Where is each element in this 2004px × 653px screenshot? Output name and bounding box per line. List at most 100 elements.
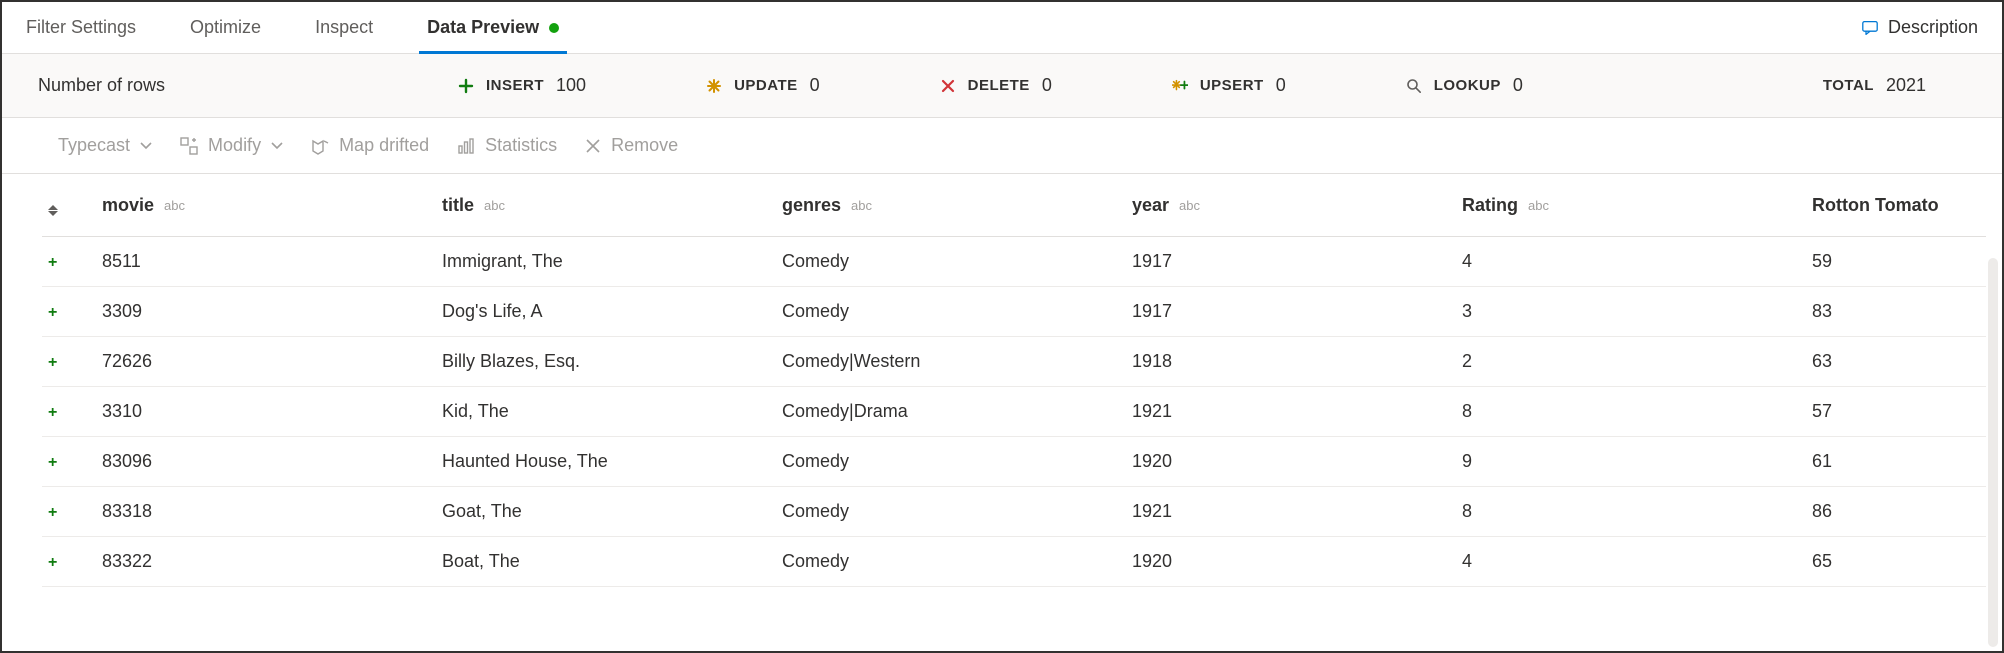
stat-lookup: LOOKUP 0 [1406,75,1523,96]
cell-movie: 3310 [96,387,436,437]
cell-rating: 8 [1456,387,1806,437]
type-badge: abc [164,198,185,213]
stat-value: 0 [810,75,820,96]
table-row[interactable]: +83096Haunted House, TheComedy1920961 [42,437,1986,487]
stat-value: 0 [1276,75,1286,96]
tool-label: Modify [208,135,261,156]
row-change-indicator: + [42,487,96,537]
stat-label: UPSERT [1200,77,1264,94]
rows-label: Number of rows [38,75,458,96]
map-drifted-button[interactable]: Map drifted [311,135,429,156]
tab-label: Data Preview [427,17,539,38]
column-header-rating[interactable]: Ratingabc [1456,174,1806,237]
cell-rating: 2 [1456,337,1806,387]
plus-icon: + [48,304,57,321]
cell-genres: Comedy [776,237,1126,287]
plus-icon: + [48,404,57,421]
cell-year: 1921 [1126,487,1456,537]
cell-rt: 65 [1806,537,1986,587]
cell-movie: 72626 [96,337,436,387]
stat-value: 100 [556,75,586,96]
sort-column-button[interactable] [42,174,96,237]
cell-rt: 59 [1806,237,1986,287]
typecast-button[interactable]: Typecast [58,135,152,156]
cell-rating: 9 [1456,437,1806,487]
row-change-indicator: + [42,287,96,337]
cell-rating: 4 [1456,237,1806,287]
tab-label: Filter Settings [26,17,136,38]
cell-year: 1918 [1126,337,1456,387]
row-change-indicator: + [42,387,96,437]
row-change-indicator: + [42,537,96,587]
row-change-indicator: + [42,437,96,487]
cell-title: Immigrant, The [436,237,776,287]
tab-optimize[interactable]: Optimize [190,2,261,53]
stat-value: 0 [1042,75,1052,96]
description-button[interactable]: Description [1862,17,1978,38]
cell-movie: 8511 [96,237,436,287]
tab-filter-settings[interactable]: Filter Settings [26,2,136,53]
tab-label: Optimize [190,17,261,38]
tab-inspect[interactable]: Inspect [315,2,373,53]
table-row[interactable]: +83322Boat, TheComedy1920465 [42,537,1986,587]
cell-title: Dog's Life, A [436,287,776,337]
cell-movie: 83096 [96,437,436,487]
stat-label: TOTAL [1823,77,1874,94]
modify-button[interactable]: Modify [180,135,283,156]
data-table: movie abc titleabc genresabc yearabc Rati… [42,174,1986,587]
comment-icon [1862,20,1878,36]
cell-rt: 83 [1806,287,1986,337]
cell-year: 1921 [1126,387,1456,437]
column-header-title[interactable]: titleabc [436,174,776,237]
tool-label: Map drifted [339,135,429,156]
tool-label: Typecast [58,135,130,156]
cell-rating: 8 [1456,487,1806,537]
cell-genres: Comedy|Drama [776,387,1126,437]
cell-year: 1920 [1126,537,1456,587]
tool-label: Statistics [485,135,557,156]
remove-button[interactable]: Remove [585,135,678,156]
column-header-movie[interactable]: movie abc [96,174,436,237]
cell-movie: 83322 [96,537,436,587]
x-icon [940,78,956,94]
table-row[interactable]: +72626Billy Blazes, Esq.Comedy|Western19… [42,337,1986,387]
column-name: movie [102,195,154,215]
cell-rt: 61 [1806,437,1986,487]
stat-value: 2021 [1886,75,1926,96]
column-name: Rating [1462,195,1518,215]
column-header-genres[interactable]: genresabc [776,174,1126,237]
stat-delete: DELETE 0 [940,75,1052,96]
column-header-rt[interactable]: Rotton Tomato [1806,174,1986,237]
column-header-year[interactable]: yearabc [1126,174,1456,237]
column-name: title [442,195,474,215]
stat-total: TOTAL 2021 [1823,75,1966,96]
statistics-button[interactable]: Statistics [457,135,557,156]
cell-year: 1917 [1126,237,1456,287]
upsert-icon [1172,78,1188,94]
table-row[interactable]: +3309Dog's Life, AComedy1917383 [42,287,1986,337]
tab-data-preview[interactable]: Data Preview [427,2,559,53]
plus-icon: + [48,554,57,571]
chevron-down-icon [140,142,152,150]
data-table-wrap: movie abc titleabc genresabc yearabc Rati… [2,174,2002,587]
cell-genres: Comedy [776,287,1126,337]
stats-row: Number of rows INSERT 100 UPDATE 0 DELET… [2,54,2002,118]
stat-update: UPDATE 0 [706,75,820,96]
cell-rt: 63 [1806,337,1986,387]
table-row[interactable]: +83318Goat, TheComedy1921886 [42,487,1986,537]
column-toolbar: Typecast Modify Map drifted Statistics R… [2,118,2002,174]
header-row: movie abc titleabc genresabc yearabc Rati… [42,174,1986,237]
cell-movie: 83318 [96,487,436,537]
tab-label: Inspect [315,17,373,38]
table-row[interactable]: +8511Immigrant, TheComedy1917459 [42,237,1986,287]
table-row[interactable]: +3310Kid, TheComedy|Drama1921857 [42,387,1986,437]
modify-icon [180,137,198,155]
status-dot-icon [549,23,559,33]
tabs: Filter Settings Optimize Inspect Data Pr… [26,2,559,53]
cell-genres: Comedy [776,437,1126,487]
cell-title: Boat, The [436,537,776,587]
asterisk-icon [706,78,722,94]
cell-genres: Comedy [776,487,1126,537]
vertical-scrollbar[interactable] [1988,258,1998,647]
column-name: genres [782,195,841,215]
